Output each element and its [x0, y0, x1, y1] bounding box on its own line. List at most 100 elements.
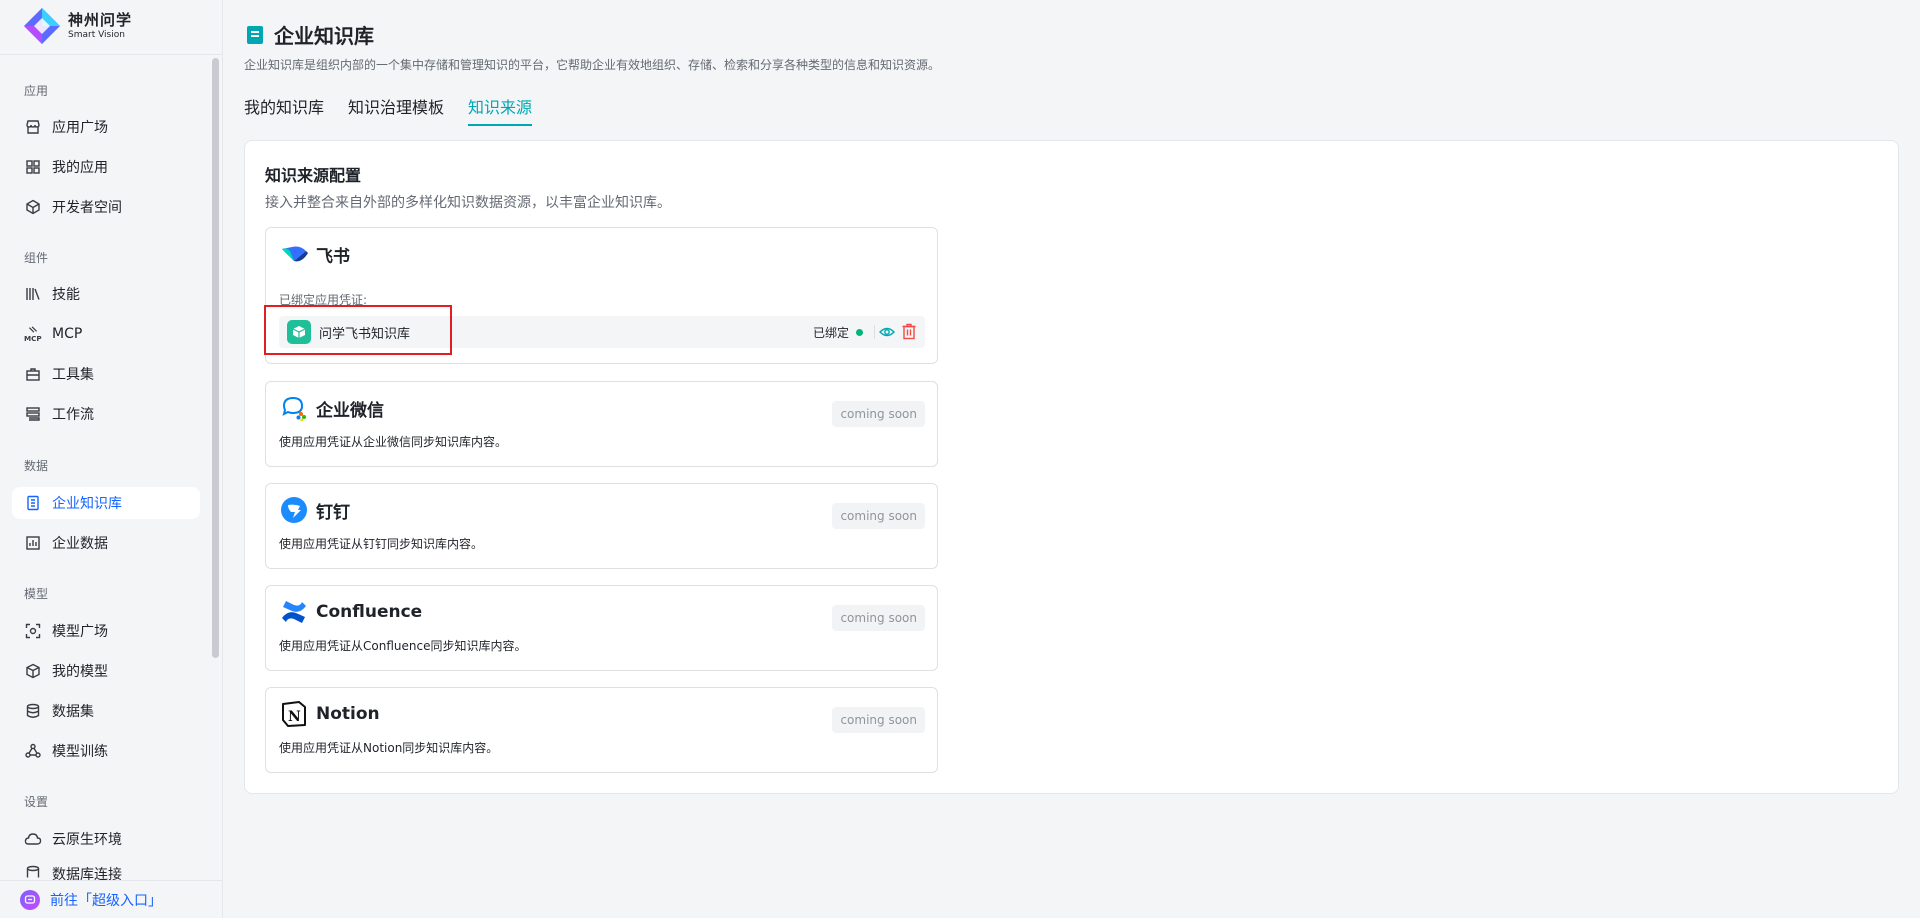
brand-name: 神州问学	[68, 10, 133, 29]
source-card-dingtalk[interactable]: 钉钉 使用应用凭证从钉钉同步知识库内容。 coming soon	[265, 483, 938, 569]
sidebar-item-my-apps[interactable]: 我的应用	[12, 151, 200, 183]
svg-text:N: N	[288, 709, 301, 725]
sidebar-divider	[0, 54, 222, 55]
training-icon	[24, 742, 42, 760]
brand-logo[interactable]: 神州问学 Smart Vision	[22, 4, 132, 48]
sidebar-item-label: 企业数据	[52, 536, 108, 552]
sidebar-item-datasets[interactable]: 数据集	[12, 695, 200, 727]
coming-soon-badge: coming soon	[832, 707, 925, 733]
section-title-data: 数据	[24, 459, 49, 473]
page-title: 企业知识库	[274, 24, 374, 48]
sidebar-item-knowledge-base[interactable]: 企业知识库	[12, 487, 200, 519]
tab-knowledge-sources[interactable]: 知识来源	[468, 94, 533, 126]
wecom-icon	[280, 394, 308, 422]
sidebar: 神州问学 Smart Vision 应用 应用广场 我的应用 开发者空间 组件 …	[0, 0, 223, 918]
source-description: 使用应用凭证从Notion同步知识库内容。	[279, 741, 499, 755]
section-title-models: 模型	[24, 587, 49, 601]
sidebar-item-label: 数据集	[52, 704, 94, 720]
panel-title: 知识来源配置	[265, 166, 362, 185]
sidebar-item-skills[interactable]: 技能	[12, 278, 200, 310]
sidebar-item-mcp[interactable]: MCP MCP	[12, 318, 200, 350]
status-label: 已绑定	[812, 326, 849, 340]
sidebar-item-enterprise-data[interactable]: 企业数据	[12, 527, 200, 559]
dingtalk-icon	[280, 496, 308, 524]
coming-soon-badge: coming soon	[832, 503, 925, 529]
sidebar-item-label: 工作流	[52, 407, 94, 423]
sidebar-item-my-models[interactable]: 我的模型	[12, 655, 200, 687]
grid-icon	[24, 158, 42, 176]
sidebar-item-label: 模型训练	[52, 744, 108, 760]
box-icon	[24, 662, 42, 680]
cube-network-icon	[24, 198, 42, 216]
chat-bubble-icon	[20, 889, 40, 910]
source-name: Confluence	[316, 602, 423, 622]
section-title-apps: 应用	[24, 84, 49, 98]
super-entry-link[interactable]: 前往「超级入口」	[0, 880, 222, 918]
sidebar-item-model-training[interactable]: 模型训练	[12, 735, 200, 767]
sidebar-item-db-connection[interactable]: 数据库连接	[12, 862, 200, 880]
logo-mark-icon	[24, 8, 60, 44]
source-name: 企业微信	[316, 400, 384, 421]
section-title-components: 组件	[24, 251, 49, 265]
confluence-icon	[280, 598, 308, 626]
scan-icon	[24, 622, 42, 640]
workflow-icon	[24, 405, 42, 423]
mcp-icon: MCP	[24, 325, 42, 343]
sidebar-item-label: 工具集	[52, 367, 94, 383]
source-name: 钉钉	[316, 502, 350, 523]
eye-icon[interactable]	[879, 324, 895, 340]
sidebar-item-dev-space[interactable]: 开发者空间	[12, 191, 200, 223]
sidebar-item-label: 企业知识库	[52, 496, 122, 512]
sidebar-item-label: 我的模型	[52, 664, 108, 680]
sidebar-item-label: 技能	[52, 287, 80, 303]
database-link-icon	[24, 864, 42, 880]
library-icon	[24, 285, 42, 303]
source-card-notion[interactable]: N Notion 使用应用凭证从Notion同步知识库内容。 coming so…	[265, 687, 938, 773]
source-name: Notion	[316, 704, 380, 724]
sidebar-item-toolset[interactable]: 工具集	[12, 358, 200, 390]
source-description: 使用应用凭证从企业微信同步知识库内容。	[279, 435, 508, 449]
feishu-icon	[280, 240, 308, 268]
source-description: 使用应用凭证从钉钉同步知识库内容。	[279, 537, 484, 551]
sidebar-item-app-market[interactable]: 应用广场	[12, 111, 200, 143]
divider	[874, 325, 875, 339]
sidebar-item-cloud-env[interactable]: 云原生环境	[12, 823, 200, 855]
panel-description: 接入并整合来自外部的多样化知识数据资源，以丰富企业知识库。	[265, 195, 671, 211]
notion-icon: N	[280, 700, 308, 728]
sidebar-item-label: 模型广场	[52, 624, 108, 640]
section-title-settings: 设置	[24, 795, 49, 809]
super-entry-label: 前往「超级入口」	[50, 892, 162, 909]
toolbox-icon	[24, 365, 42, 383]
sidebar-item-label: 应用广场	[52, 120, 108, 136]
brand-name-en: Smart Vision	[68, 29, 125, 40]
sidebar-item-workflow[interactable]: 工作流	[12, 398, 200, 430]
trash-icon[interactable]	[901, 323, 917, 340]
source-card-confluence[interactable]: Confluence 使用应用凭证从Confluence同步知识库内容。 com…	[265, 585, 938, 671]
sidebar-scrollbar[interactable]	[212, 58, 219, 658]
knowledge-base-icon	[247, 25, 263, 44]
sidebar-item-label: MCP	[52, 326, 83, 342]
highlight-box	[264, 305, 452, 355]
database-icon	[24, 702, 42, 720]
sidebar-item-label: 开发者空间	[52, 200, 122, 216]
page-description: 企业知识库是组织内部的一个集中存储和管理知识的平台，它帮助企业有效地组织、存储、…	[244, 58, 941, 72]
source-description: 使用应用凭证从Confluence同步知识库内容。	[279, 639, 527, 653]
sidebar-item-label: 云原生环境	[52, 832, 122, 848]
store-icon	[24, 118, 42, 136]
tab-bar: 我的知识库 知识治理模板 知识来源	[244, 94, 556, 126]
sidebar-item-label: 我的应用	[52, 160, 108, 176]
coming-soon-badge: coming soon	[832, 401, 925, 427]
bar-chart-icon	[24, 534, 42, 552]
svg-text:MCP: MCP	[24, 334, 42, 343]
tab-my-knowledge-base[interactable]: 我的知识库	[244, 94, 324, 126]
page-header: 企业知识库	[246, 20, 374, 49]
source-card-wecom[interactable]: 企业微信 使用应用凭证从企业微信同步知识库内容。 coming soon	[265, 381, 938, 467]
credential-status: 已绑定	[813, 324, 863, 341]
coming-soon-badge: coming soon	[832, 605, 925, 631]
source-name: 飞书	[316, 246, 350, 267]
cloud-icon	[24, 830, 42, 848]
sidebar-item-label: 数据库连接	[52, 867, 122, 880]
sidebar-item-model-market[interactable]: 模型广场	[12, 615, 200, 647]
tab-governance-templates[interactable]: 知识治理模板	[348, 94, 444, 126]
knowledge-icon	[24, 494, 42, 512]
